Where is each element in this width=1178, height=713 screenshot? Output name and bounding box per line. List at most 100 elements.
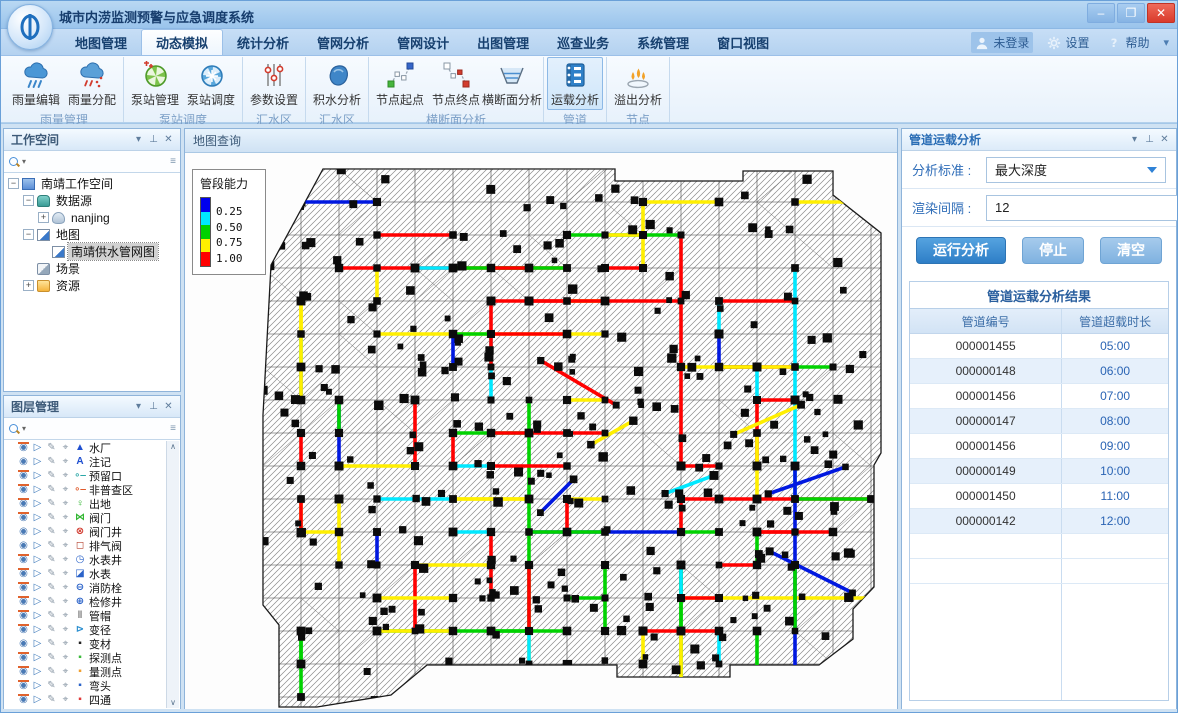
snap-crosshair-icon[interactable]: ⌖ [60, 443, 71, 453]
snap-crosshair-icon[interactable]: ⌖ [60, 457, 71, 467]
menu-item[interactable]: 管网分析 [303, 29, 383, 55]
layer-row[interactable]: ◉▷✎⌖▪量测点 [18, 665, 180, 679]
layer-row[interactable]: ◉▷✎⌖▪变材 [18, 637, 180, 651]
snap-crosshair-icon[interactable]: ⌖ [60, 541, 71, 551]
collapse-icon[interactable]: − [8, 178, 19, 189]
select-cursor-icon[interactable]: ▷ [32, 583, 43, 593]
edit-pencil-icon[interactable]: ✎ [46, 667, 57, 677]
visibility-eye-icon[interactable]: ◉ [18, 485, 29, 495]
menu-item[interactable]: 动态模拟 [141, 29, 223, 55]
table-row[interactable]: 00000014910:00 [910, 459, 1168, 484]
select-cursor-icon[interactable]: ▷ [32, 681, 43, 691]
edit-pencil-icon[interactable]: ✎ [46, 625, 57, 635]
layer-row[interactable]: ◉▷✎⌖⋈阀门 [18, 511, 180, 525]
snap-crosshair-icon[interactable]: ⌖ [60, 527, 71, 537]
visibility-eye-icon[interactable]: ◉ [18, 695, 29, 705]
select-cursor-icon[interactable]: ▷ [32, 597, 43, 607]
table-row[interactable]: 00000145607:00 [910, 384, 1168, 409]
layer-row[interactable]: ◉▷✎⌖⊖消防栓 [18, 581, 180, 595]
visibility-eye-icon[interactable]: ◉ [18, 681, 29, 691]
select-cursor-icon[interactable]: ▷ [32, 513, 43, 523]
table-row[interactable]: 00000145609:00 [910, 434, 1168, 459]
panel-pin-icon[interactable]: ⊥ [146, 401, 161, 412]
select-cursor-icon[interactable]: ▷ [32, 527, 43, 537]
snap-crosshair-icon[interactable]: ⌖ [60, 471, 71, 481]
layer-row[interactable]: ◉▷✎⌖♀出地 [18, 497, 180, 511]
scroll-down-icon[interactable]: ∨ [170, 698, 176, 707]
select-cursor-icon[interactable]: ▷ [32, 667, 43, 677]
layer-row[interactable]: ◉▷✎⌖◻排气阀 [18, 539, 180, 553]
table-row[interactable]: 00000014708:00 [910, 409, 1168, 434]
user-menu-item[interactable]: 未登录 [971, 32, 1033, 53]
expand-icon[interactable]: + [23, 280, 34, 291]
edit-pencil-icon[interactable]: ✎ [46, 527, 57, 537]
tree-item[interactable]: −地图 [4, 226, 180, 243]
map-canvas[interactable]: 管段能力 0.250.500.751.00 [185, 153, 897, 709]
layer-row[interactable]: ◉▷✎⌖∘‒非普查区 [18, 483, 180, 497]
visibility-eye-icon[interactable]: ◉ [18, 569, 29, 579]
edit-pencil-icon[interactable]: ✎ [46, 695, 57, 705]
workspace-search-row[interactable]: ▾ ≡ [4, 151, 180, 173]
tree-item[interactable]: +资源 [4, 277, 180, 294]
maximize-button[interactable]: ❐ [1117, 3, 1145, 23]
visibility-eye-icon[interactable]: ◉ [18, 653, 29, 663]
snap-crosshair-icon[interactable]: ⌖ [60, 569, 71, 579]
panel-collapse-icon[interactable]: ▾ [131, 401, 146, 412]
pipe-id-column-header[interactable]: 管道编号 [910, 309, 1062, 333]
snap-crosshair-icon[interactable]: ⌖ [60, 681, 71, 691]
panel-pin-icon[interactable]: ⊥ [1142, 134, 1157, 145]
table-row[interactable]: 00000145505:00 [910, 334, 1168, 359]
snap-crosshair-icon[interactable]: ⌖ [60, 653, 71, 663]
menu-item[interactable]: 巡查业务 [543, 29, 623, 55]
tool-load-analysis[interactable]: 运载分析 [547, 57, 603, 110]
panel-close-icon[interactable]: ✕ [161, 401, 176, 412]
analysis-standard-select[interactable]: 最大深度 [986, 157, 1166, 183]
edit-pencil-icon[interactable]: ✎ [46, 639, 57, 649]
tool-node-end[interactable]: 节点终点 [428, 57, 484, 110]
select-cursor-icon[interactable]: ▷ [32, 611, 43, 621]
select-cursor-icon[interactable]: ▷ [32, 499, 43, 509]
visibility-eye-icon[interactable]: ◉ [18, 667, 29, 677]
edit-pencil-icon[interactable]: ✎ [46, 443, 57, 453]
visibility-eye-icon[interactable]: ◉ [18, 625, 29, 635]
table-row[interactable]: 00000145011:00 [910, 484, 1168, 509]
expand-icon[interactable]: + [38, 212, 49, 223]
menu-item[interactable]: 窗口视图 [703, 29, 783, 55]
layer-row[interactable]: ◉▷✎⌖‖管帽 [18, 609, 180, 623]
tool-node-start[interactable]: 节点起点 [372, 57, 428, 110]
search-dropdown-caret-icon[interactable]: ▾ [22, 424, 26, 433]
chevron-down-icon[interactable]: ▾ [1163, 36, 1169, 49]
stop-button[interactable]: 停止 [1022, 237, 1084, 264]
tree-item[interactable]: +nanjing [4, 209, 180, 226]
collapse-icon[interactable]: − [23, 195, 34, 206]
edit-pencil-icon[interactable]: ✎ [46, 471, 57, 481]
layer-row[interactable]: ◉▷✎⌖A注记 [18, 455, 180, 469]
layer-row[interactable]: ◉▷✎⌖▪四通 [18, 693, 180, 707]
tool-cross-section[interactable]: 横断面分析 [484, 57, 540, 110]
visibility-eye-icon[interactable]: ◉ [18, 513, 29, 523]
clear-button[interactable]: 清空 [1100, 237, 1162, 264]
edit-pencil-icon[interactable]: ✎ [46, 513, 57, 523]
select-cursor-icon[interactable]: ▷ [32, 639, 43, 649]
tree-item[interactable]: 南靖供水管网图 [4, 243, 180, 260]
menu-item[interactable]: 地图管理 [61, 29, 141, 55]
run-analysis-button[interactable]: 运行分析 [916, 237, 1006, 264]
visibility-eye-icon[interactable]: ◉ [18, 527, 29, 537]
visibility-eye-icon[interactable]: ◉ [18, 499, 29, 509]
layer-row[interactable]: ◉▷✎⌖▪弯头 [18, 679, 180, 693]
edit-pencil-icon[interactable]: ✎ [46, 541, 57, 551]
tool-pump-manage[interactable]: 泵站管理 [127, 57, 183, 110]
layer-row[interactable]: ◉▷✎⌖⊕检修井 [18, 595, 180, 609]
snap-crosshair-icon[interactable]: ⌖ [60, 513, 71, 523]
edit-pencil-icon[interactable]: ✎ [46, 611, 57, 621]
visibility-eye-icon[interactable]: ◉ [18, 457, 29, 467]
snap-crosshair-icon[interactable]: ⌖ [60, 555, 71, 565]
menu-item[interactable]: 出图管理 [463, 29, 543, 55]
select-cursor-icon[interactable]: ▷ [32, 653, 43, 663]
visibility-eye-icon[interactable]: ◉ [18, 471, 29, 481]
select-cursor-icon[interactable]: ▷ [32, 457, 43, 467]
edit-pencil-icon[interactable]: ✎ [46, 583, 57, 593]
snap-crosshair-icon[interactable]: ⌖ [60, 597, 71, 607]
layer-row[interactable]: ◉▷✎⌖▪探测点 [18, 651, 180, 665]
search-dropdown-caret-icon[interactable]: ▾ [22, 157, 26, 166]
